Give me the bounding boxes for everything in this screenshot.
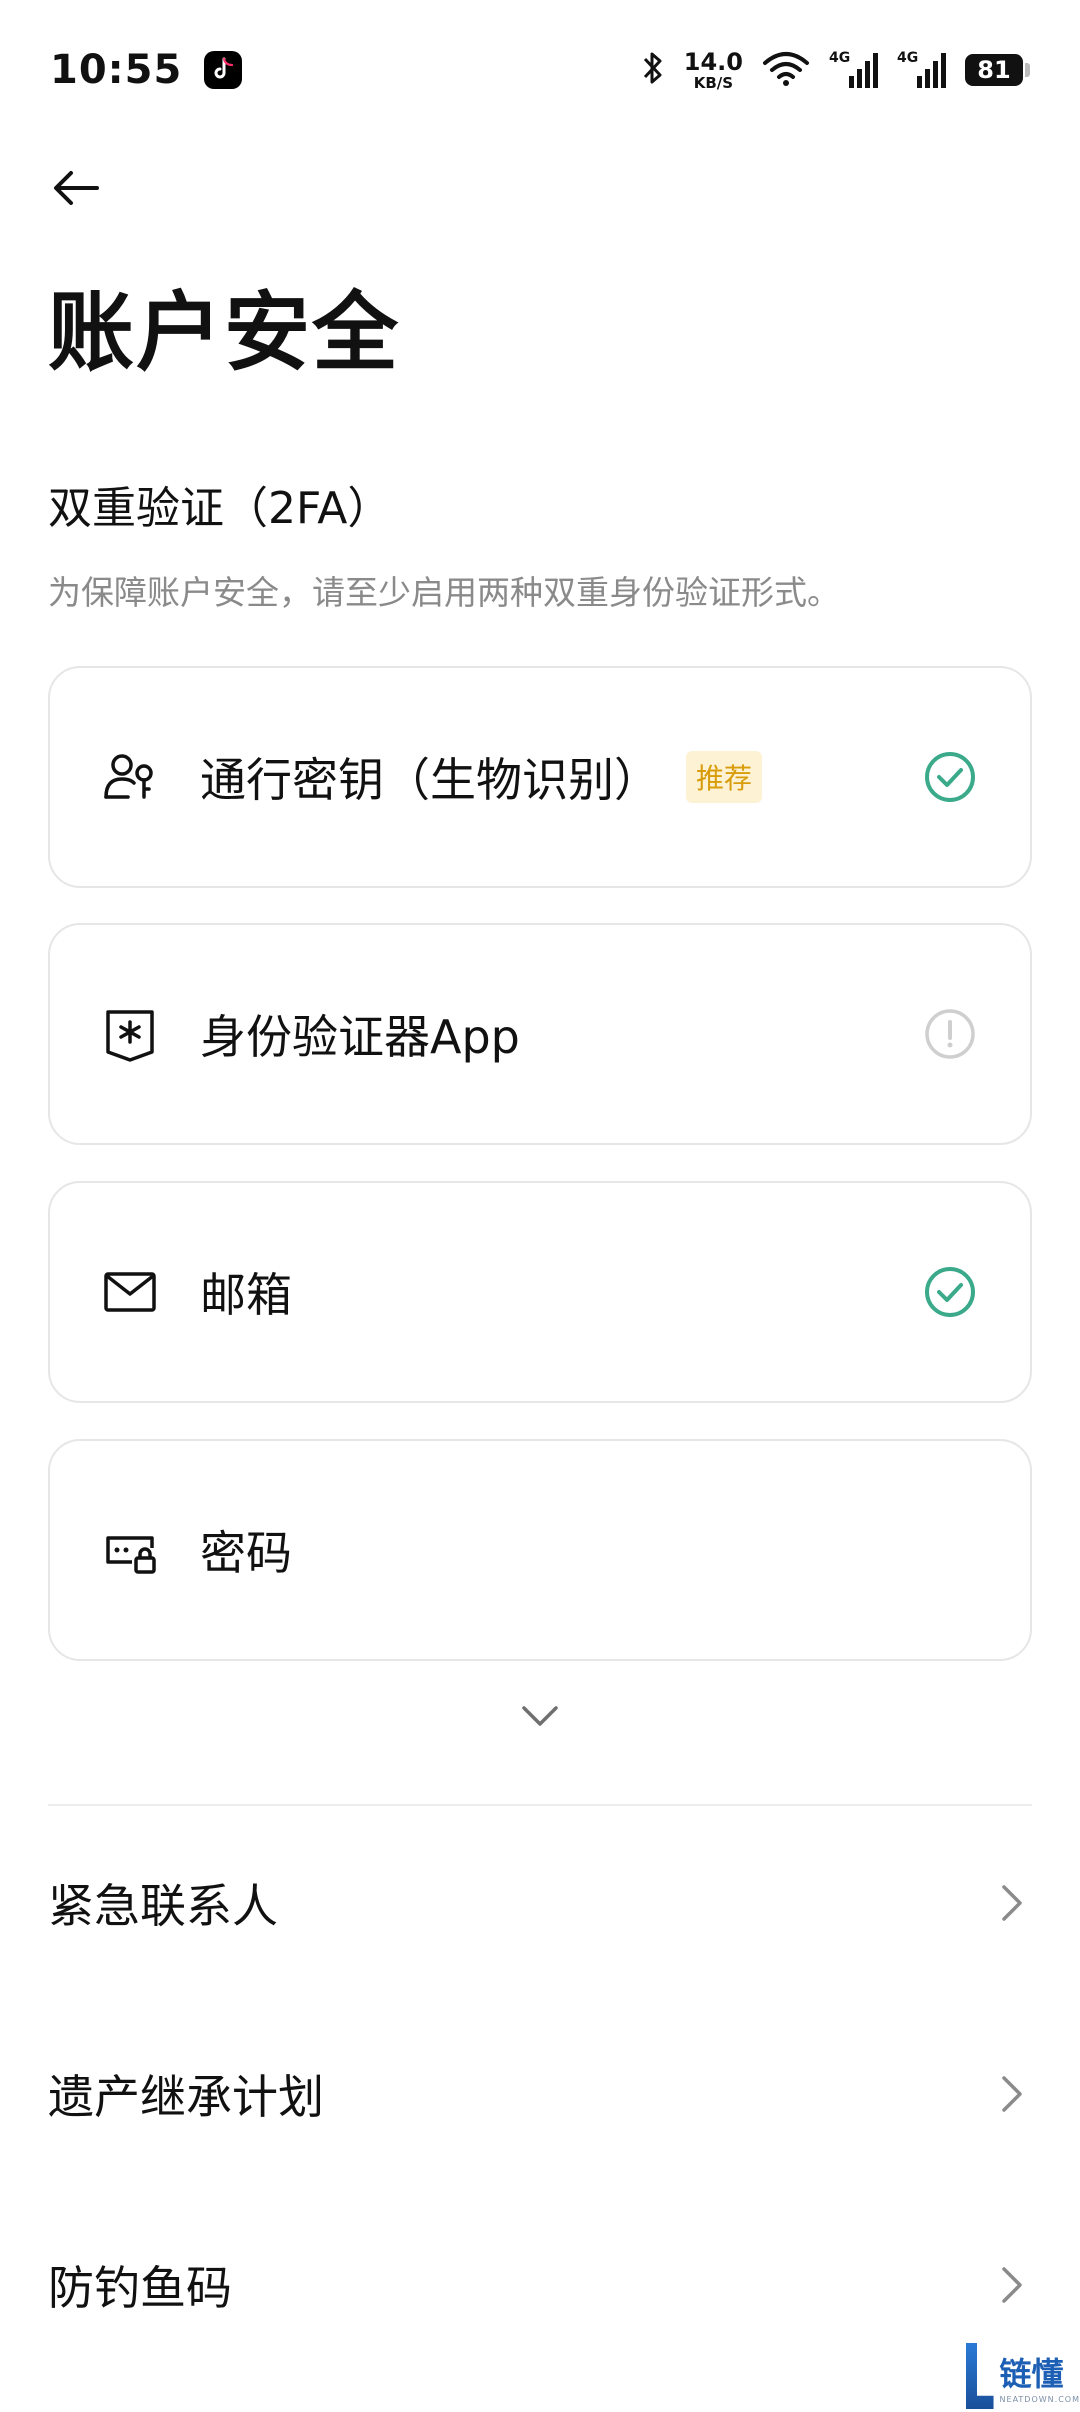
chevron-right-icon: [992, 1878, 1032, 1928]
row-label: 防钓鱼码: [48, 2261, 232, 2315]
page-title: 账户安全: [48, 283, 400, 383]
cell-signal-1-icon: 4G: [829, 50, 879, 90]
wifi-icon: [761, 49, 811, 91]
status-time: 10:55: [50, 47, 183, 93]
chevron-right-icon: [992, 2069, 1032, 2119]
password-icon: [102, 1522, 158, 1578]
network-speed: 14.0 KB/S: [683, 47, 743, 92]
bluetooth-icon: [640, 49, 666, 91]
status-icons: 14.0 KB/S 4G 4G 81: [640, 49, 1030, 91]
chevron-right-icon: [992, 2260, 1032, 2310]
expand-methods-button[interactable]: [515, 1696, 565, 1736]
arrow-left-icon: [54, 171, 99, 205]
settings-row-emergency-contact[interactable]: 紧急联系人: [48, 1843, 1032, 1963]
method-card-password[interactable]: 密码: [48, 1439, 1032, 1661]
row-label: 紧急联系人: [48, 1879, 278, 1933]
chevron-down-icon: [522, 1706, 558, 1726]
check-circle-icon: [922, 1264, 978, 1320]
account-security-page: 10:55 14.0 KB/S 4G 4G 81 账户安全 双重验证（2FA） …: [0, 0, 1080, 2412]
mail-icon: [102, 1264, 158, 1320]
method-card-mail[interactable]: 邮箱: [48, 1181, 1032, 1403]
authenticator-icon: [102, 1006, 158, 1062]
method-card-authenticator[interactable]: 身份验证器App: [48, 923, 1032, 1145]
back-button[interactable]: [46, 160, 106, 216]
section-divider: [48, 1804, 1032, 1806]
check-circle-icon: [922, 749, 978, 805]
battery-icon: 81: [965, 54, 1030, 86]
row-label: 遗产继承计划: [48, 2070, 324, 2124]
settings-row-anti-phishing-code[interactable]: 防钓鱼码: [48, 2225, 1032, 2345]
settings-row-inheritance-plan[interactable]: 遗产继承计划: [48, 2034, 1032, 2154]
method-label: 邮箱: [200, 1268, 292, 1322]
cell-signal-2-icon: 4G: [897, 50, 947, 90]
tiktok-notification-icon: [204, 51, 243, 89]
watermark-logo: 链懂 NEATDOWN.COM: [966, 2340, 1080, 2412]
recommended-badge: 推荐: [686, 751, 763, 803]
status-bar: 10:55 14.0 KB/S 4G 4G 81: [0, 0, 1080, 140]
two-factor-section-title: 双重验证（2FA）: [48, 483, 392, 534]
warning-circle-icon: [922, 1006, 978, 1062]
method-label: 通行密钥（生物识别）: [200, 753, 660, 807]
two-factor-section-subtitle: 为保障账户安全，请至少启用两种双重身份验证形式。: [48, 573, 840, 612]
passkey-icon: [102, 749, 158, 805]
method-card-passkey[interactable]: 通行密钥（生物识别） 推荐: [48, 666, 1032, 888]
method-label: 密码: [200, 1526, 292, 1580]
method-label: 身份验证器App: [200, 1010, 520, 1064]
